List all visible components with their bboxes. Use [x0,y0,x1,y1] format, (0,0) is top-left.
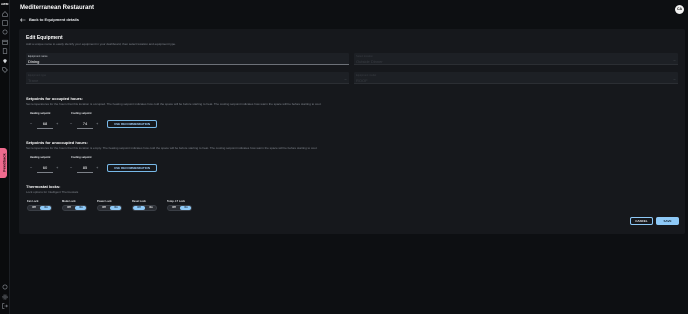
location-label: Select location [356,55,373,58]
equipment-model-label: Equipment model [356,74,377,77]
app-root: AWM Feedback Mediterranean Restaurant CA… [0,0,688,314]
occupied-cooling-input[interactable]: 74 [77,119,93,129]
form-heading: Edit Equipment [26,35,63,41]
edit-equipment-card: Edit Equipment Add a unique name to easi… [19,29,685,234]
avatar[interactable]: CA [675,5,684,14]
unoccupied-description: Set temperatures for the hours that this… [26,146,318,150]
location-select: Select location Outside Dinner [354,53,678,65]
chevron-down-icon [673,59,676,62]
equipment-type-label: Equipment type [28,74,47,77]
settings-icon[interactable] [2,294,8,300]
reset-lock-toggle[interactable]: Off On [132,205,157,211]
equipment-name-field[interactable]: Equipment name Dining [26,53,349,65]
back-link[interactable]: Back to Equipment details [20,17,79,22]
occupied-description: Set temperatures for the hours that this… [26,102,322,106]
equipment-name-label: Equipment name [28,55,48,58]
unoccupied-heating-input[interactable]: 60 [37,163,53,173]
temp-lt-lock-toggle[interactable]: Off On [167,205,192,211]
fan-lock-label: Fan Lock [27,200,39,203]
devices-icon[interactable] [2,29,8,35]
occupied-cooling-decrement[interactable]: − [70,121,72,126]
cancel-button[interactable]: CANCEL [630,217,653,225]
occupied-use-recommendation-button[interactable]: USE RECOMMENDATION [107,120,157,128]
power-lock-label: Power Lock [97,200,112,203]
occupied-cooling-increment[interactable]: + [96,121,98,126]
unoccupied-heading: Setpoints for unoccupied hours: [26,140,88,145]
locks-heading: Thermostat locks: [26,184,61,189]
unoccupied-heating-increment[interactable]: + [56,165,58,170]
logout-icon[interactable] [2,303,8,309]
occupied-heating-decrement[interactable]: − [30,121,32,126]
mode-lock-toggle[interactable]: Off On [62,205,87,211]
tag-icon[interactable] [2,67,8,73]
unoccupied-cooling-increment[interactable]: + [96,165,98,170]
chevron-down-icon [344,78,347,81]
feedback-tab[interactable]: Feedback [0,148,7,178]
occupied-heading: Setpoints for occupied hours: [26,96,83,101]
equipment-model-select: Equipment model ROOF [354,72,678,84]
location-icon[interactable] [2,58,8,64]
help-icon[interactable] [2,284,8,290]
unoccupied-use-recommendation-button[interactable]: USE RECOMMENDATION [107,164,157,172]
chevron-down-icon [673,78,676,81]
calendar-icon[interactable] [2,39,8,45]
arrow-left-icon [20,17,26,22]
equipment-type-select: Equipment type Trane [26,72,349,84]
home-icon[interactable] [2,11,8,17]
back-label: Back to Equipment details [29,17,80,22]
occupied-heating-input[interactable]: 68 [37,119,53,129]
document-icon[interactable] [2,48,8,54]
occupied-heating-increment[interactable]: + [56,121,58,126]
occupied-cooling-label: Cooling setpoint [71,112,92,115]
fan-lock-toggle[interactable]: Off On [27,205,52,211]
unoccupied-cooling-input[interactable]: 85 [77,163,93,173]
save-button[interactable]: SAVE [656,217,679,225]
unoccupied-heating-label: Heating setpoint [30,156,51,159]
unoccupied-cooling-decrement[interactable]: − [70,165,72,170]
feedback-label: Feedback [1,153,7,172]
temp-lt-lock-label: Temp. LT Lock [167,200,185,203]
unoccupied-heating-decrement[interactable]: − [30,165,32,170]
dashboard-icon[interactable] [2,20,8,26]
page-title: Mediterranean Restaurant [20,5,95,11]
occupied-heating-label: Heating setpoint [30,112,51,115]
unoccupied-cooling-label: Cooling setpoint [71,156,92,159]
mode-lock-label: Mode Lock [62,200,76,203]
form-subtitle: Add a unique name to easily identify you… [26,42,176,46]
reset-lock-label: Reset Lock [132,200,146,203]
power-lock-toggle[interactable]: Off On [97,205,122,211]
locks-description: Lock options for Intelligent Thermostats [26,190,79,194]
app-logo[interactable]: AWM [1,2,9,6]
